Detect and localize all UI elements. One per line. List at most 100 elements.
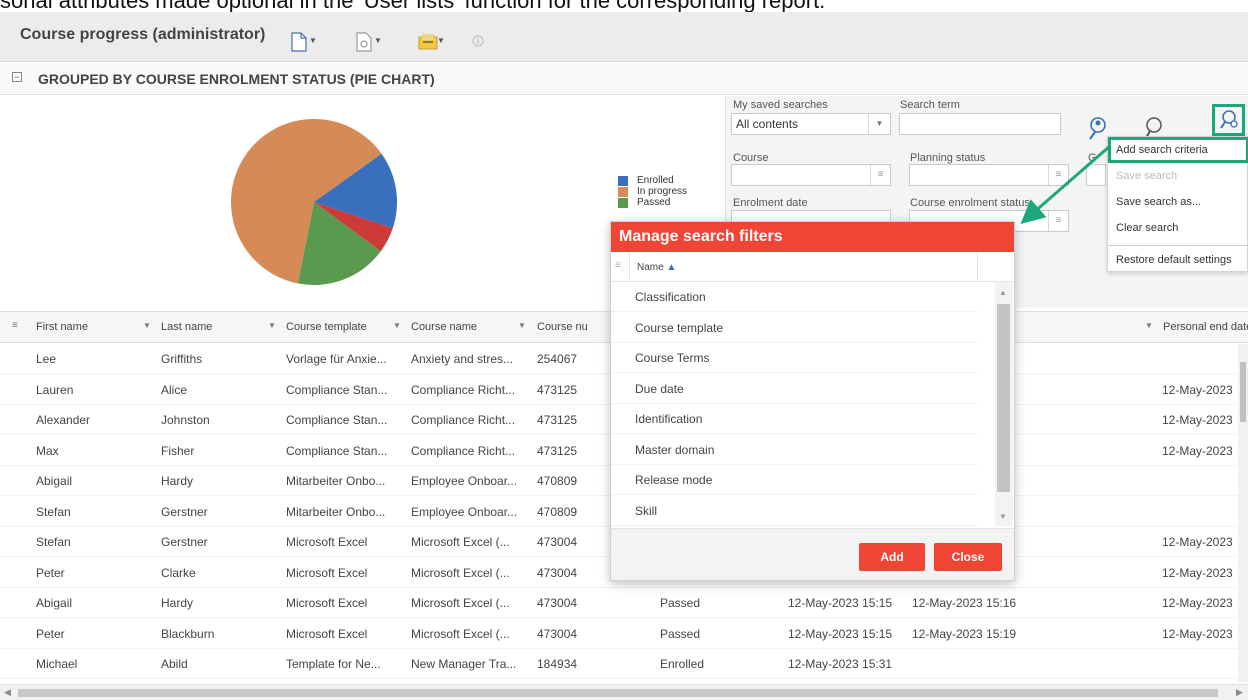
filter-list-item[interactable]: Master domain xyxy=(611,435,977,465)
table-row[interactable]: Abigail Hardy Microsoft Excel Microsoft Exc… xyxy=(0,588,1248,618)
cell-personal-end-date: 12-May-2023 xyxy=(1162,565,1233,580)
scrollbar-thumb[interactable] xyxy=(997,304,1010,492)
filter-icon[interactable]: ▼ xyxy=(518,321,526,330)
cell-personal-end-date: 12-May-2023 xyxy=(1162,596,1233,610)
export-button[interactable]: ▼ xyxy=(418,32,452,54)
scroll-down-icon[interactable]: ▼ xyxy=(999,512,1007,521)
cell-personal-end-date: 12-May-2023 xyxy=(1162,413,1233,427)
cell-course-template: Mitarbeiter Onbo... xyxy=(286,504,386,519)
column-menu-icon[interactable]: ≡ xyxy=(615,260,621,271)
chevron-down-icon: ▼ xyxy=(374,36,382,45)
scrollbar-thumb[interactable] xyxy=(18,689,1218,697)
cell-course-name: Employee Onboar... xyxy=(411,474,518,488)
saved-searches-select[interactable]: All contents ▼ xyxy=(731,113,891,135)
legend-label: Passed xyxy=(637,197,671,208)
column-menu-icon[interactable]: ≡ xyxy=(12,320,18,331)
scroll-left-icon[interactable]: ◀ xyxy=(4,687,11,698)
saved-searches-label: My saved searches xyxy=(733,99,828,111)
cell-course-number: 473125 xyxy=(537,413,578,427)
info-button[interactable] xyxy=(472,32,486,54)
add-button[interactable]: Add xyxy=(859,543,925,571)
cell-first-name: Alexander xyxy=(36,413,91,427)
cell-last-name: Clarke xyxy=(161,565,196,580)
dialog-header: Manage search filters xyxy=(611,222,1014,252)
cell-last-name: Hardy xyxy=(161,596,194,610)
legend-swatch xyxy=(618,198,628,208)
column-personal-end-date[interactable]: Personal end date xyxy=(1163,321,1248,333)
partial-field-input[interactable] xyxy=(1086,164,1106,186)
filter-list-item[interactable]: Skill xyxy=(611,496,977,526)
legend-swatch xyxy=(618,176,628,186)
column-first-name[interactable]: First name xyxy=(36,321,88,333)
scroll-right-icon[interactable]: ▶ xyxy=(1236,687,1243,698)
cell-course-number: 470809 xyxy=(537,474,578,488)
cell-course-name: Employee Onboar... xyxy=(411,504,518,519)
cell-course-template: Compliance Stan... xyxy=(286,413,388,427)
table-row[interactable]: Peter Blackburn Microsoft Excel Microsoft E… xyxy=(0,619,1248,649)
cell-first-name: Stefan xyxy=(36,535,71,549)
settings-document-button[interactable]: ▼ xyxy=(355,32,389,54)
cell-first-name: Michael xyxy=(36,657,78,671)
menu-item-add-search-criteria[interactable]: Add search criteria xyxy=(1108,137,1248,163)
scrollbar-thumb[interactable] xyxy=(1240,362,1246,422)
collapse-toggle[interactable]: − xyxy=(12,72,22,82)
filter-list-item[interactable]: Release mode xyxy=(611,465,977,495)
column-course-name[interactable]: Course name xyxy=(411,321,477,333)
cell-last-name: Blackburn xyxy=(161,626,215,641)
planning-status-input[interactable]: ≡ xyxy=(909,164,1069,186)
filter-list-item[interactable]: Course template xyxy=(611,313,977,343)
filter-icon[interactable]: ▼ xyxy=(393,321,401,330)
column-course-number[interactable]: Course numbe xyxy=(537,321,587,333)
cell-first-name: Lauren xyxy=(36,382,74,397)
filter-list-item[interactable]: Identification xyxy=(611,404,977,434)
cell-course-number: 473125 xyxy=(537,382,578,397)
filter-icon[interactable]: ▼ xyxy=(143,321,151,330)
vertical-scrollbar[interactable] xyxy=(1238,344,1248,682)
cell-course-number: 473004 xyxy=(537,535,578,549)
column-divider xyxy=(977,252,978,282)
filter-list-item[interactable]: Course Terms xyxy=(611,343,977,373)
dialog-list-header: ≡ Name ▲ xyxy=(611,252,1014,282)
filter-icon[interactable]: ▼ xyxy=(268,321,276,330)
search-context-menu: Add search criteria Save search Save sea… xyxy=(1107,136,1248,272)
name-column-header[interactable]: Name ▲ xyxy=(637,262,676,273)
new-document-button[interactable]: ▼ xyxy=(290,32,324,54)
cell-first-name: Abigail xyxy=(36,596,73,610)
cell-course-template: Microsoft Excel xyxy=(286,626,368,641)
cell-course-number: 473004 xyxy=(537,596,578,610)
dialog-footer: Add Close xyxy=(611,528,1014,580)
cell-first-name: Lee xyxy=(36,352,57,366)
horizontal-scrollbar[interactable]: ◀ ▶ xyxy=(0,684,1248,700)
close-button[interactable]: Close xyxy=(934,543,1002,571)
cell-course-name: Microsoft Excel (... xyxy=(411,565,510,580)
cell-course-name: Compliance Richt... xyxy=(411,443,516,458)
cell-last-access: 12-May-2023 15:16 xyxy=(912,596,1017,610)
picker-icon[interactable]: ≡ xyxy=(1048,165,1068,185)
picker-icon[interactable]: ≡ xyxy=(870,165,890,185)
cell-first-name: Abigail xyxy=(36,474,73,488)
course-input[interactable]: ≡ xyxy=(731,164,891,186)
column-course-template[interactable]: Course template xyxy=(286,321,367,333)
cell-first-name: Stefan xyxy=(36,504,71,519)
menu-item-save-search-as[interactable]: Save search as... xyxy=(1108,189,1248,215)
cell-last-name: Hardy xyxy=(161,474,194,488)
menu-item-clear-search[interactable]: Clear search xyxy=(1108,215,1248,241)
search-term-input[interactable] xyxy=(899,113,1061,135)
table-row[interactable]: Michael Abild Template for Ne... New Manage… xyxy=(0,649,1248,679)
column-last-name[interactable]: Last name xyxy=(161,321,212,333)
picker-icon[interactable]: ≡ xyxy=(1048,211,1068,231)
menu-item-restore-defaults[interactable]: Restore default settings xyxy=(1108,247,1248,273)
cell-course-name: Microsoft Excel (... xyxy=(411,596,510,610)
course-enrolment-status-label: Course enrolment status xyxy=(910,197,1030,209)
dialog-scrollbar[interactable]: ▲ ▼ xyxy=(995,282,1013,526)
cell-last-name: Griffiths xyxy=(161,352,203,366)
column-divider xyxy=(629,252,630,282)
menu-item-save-search[interactable]: Save search xyxy=(1108,163,1248,189)
scroll-up-icon[interactable]: ▲ xyxy=(999,288,1007,297)
chevron-down-icon: ▼ xyxy=(868,114,890,134)
group-header: − GROUPED BY COURSE ENROLMENT STATUS (PI… xyxy=(0,63,1248,95)
filter-icon[interactable]: ▼ xyxy=(1145,321,1153,330)
cell-course-number: 254067 xyxy=(537,352,578,366)
filter-list-item[interactable]: Due date xyxy=(611,374,977,404)
filter-list-item[interactable]: Classification xyxy=(611,282,977,312)
